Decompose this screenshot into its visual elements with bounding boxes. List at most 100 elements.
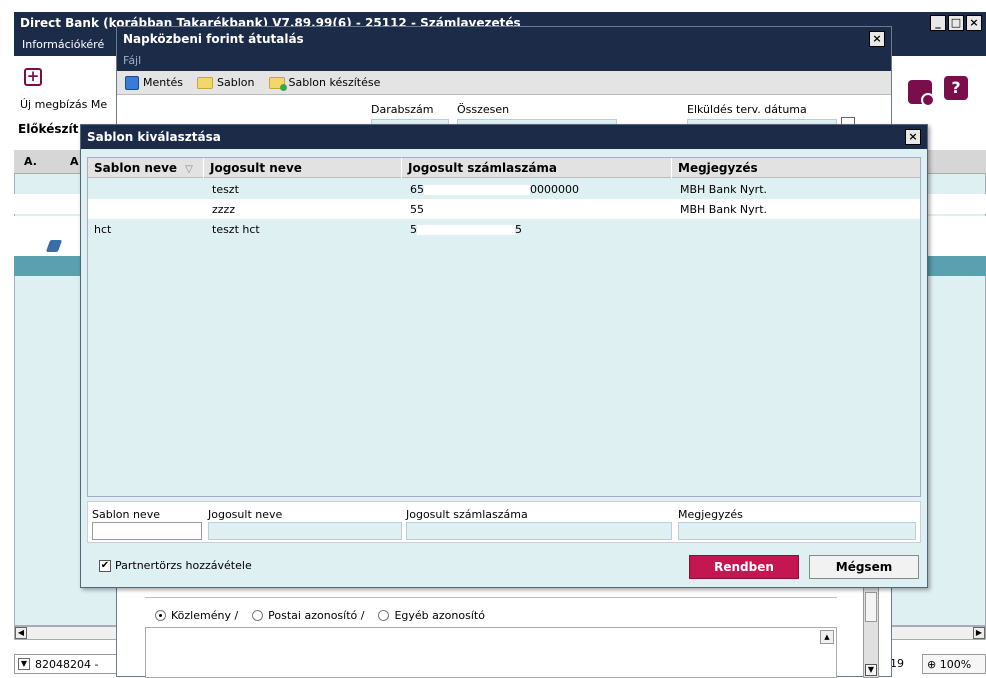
send-date-label: Elküldés terv. dátuma — [687, 103, 807, 116]
account-prefix: 5 — [410, 223, 417, 236]
filter-account-label: Jogosult számlaszáma — [406, 508, 528, 521]
transfer-dialog-close-button[interactable]: × — [869, 31, 885, 47]
grid-header-a2[interactable]: A — [70, 155, 79, 168]
column-beneficiary[interactable]: Jogosult neve — [204, 158, 402, 178]
column-account-label: Jogosult számlaszáma — [408, 161, 558, 175]
column-template-name[interactable]: Sablon neve ▽ — [88, 158, 204, 178]
help-icon[interactable]: ? — [944, 76, 968, 100]
cell-note: MBH Bank Nyrt. — [680, 203, 768, 216]
total-label: Összesen — [457, 103, 510, 116]
vertical-scrollbar[interactable]: ▼ — [863, 587, 879, 678]
template-label: Sablon — [217, 76, 255, 89]
ok-button[interactable]: Rendben — [689, 555, 799, 579]
account-value: 82048204 - — [35, 658, 99, 671]
filter-beneficiary-input[interactable] — [208, 522, 402, 540]
save-button[interactable]: Mentés — [125, 75, 184, 90]
save-icon — [125, 75, 139, 90]
radio-postal-dot[interactable] — [252, 610, 264, 621]
column-beneficiary-label: Jogosult neve — [210, 161, 302, 175]
account-select[interactable]: ▼ 82048204 - — [14, 654, 124, 674]
account-suffix: 0000000 — [530, 183, 579, 196]
chevron-down-icon[interactable]: ▼ — [18, 658, 30, 670]
new-order-label[interactable]: Új megbízás Me — [20, 98, 107, 111]
filter-beneficiary-label: Jogosult neve — [208, 508, 283, 521]
partner-checkbox-row[interactable]: ✔ Partnertörzs hozzávétele — [99, 559, 252, 572]
table-row[interactable]: zzzz 55 MBH Bank Nyrt. — [88, 199, 920, 219]
column-note-label: Megjegyzés — [678, 161, 758, 175]
filter-template-name-input[interactable] — [92, 522, 202, 540]
template-select-dialog: Sablon kiválasztása × Sablon neve ▽ Jogos… — [80, 124, 928, 588]
filter-template-name-label: Sablon neve — [92, 508, 160, 521]
scroll-left-icon[interactable]: ◀ — [15, 627, 27, 639]
status-number: 19 — [890, 657, 904, 670]
transfer-dialog-title-text: Napközbeni forint átutalás — [123, 32, 304, 46]
folder-icon — [197, 76, 214, 89]
template-dialog-title-text: Sablon kiválasztása — [87, 130, 221, 144]
filter-note-input[interactable] — [678, 522, 916, 540]
template-grid: Sablon neve ▽ Jogosult neve Jogosult szám… — [87, 157, 921, 497]
cell-beneficiary: teszt hct — [212, 223, 260, 236]
column-note[interactable]: Megjegyzés — [672, 158, 920, 178]
template-grid-header: Sablon neve ▽ Jogosult neve Jogosult szám… — [88, 158, 920, 178]
menu-item-file[interactable]: Fájl — [123, 54, 141, 67]
create-template-button[interactable]: Sablon készítése — [268, 76, 381, 91]
column-template-name-label: Sablon neve — [94, 161, 178, 175]
zoom-icon: ⊕ — [927, 658, 937, 671]
filter-panel: Sablon neve Jogosult neve Jogosult száml… — [87, 501, 921, 543]
filter-account-input[interactable] — [406, 522, 672, 540]
radio-other-id[interactable]: Egyéb azonosító — [378, 609, 485, 622]
cell-account: 55 — [410, 203, 530, 216]
radio-other-label: Egyéb azonosító — [394, 609, 485, 622]
rss-icon[interactable] — [908, 80, 935, 107]
count-label: Darabszám — [371, 103, 434, 116]
minimize-button[interactable]: _ — [930, 15, 946, 31]
maximize-button[interactable]: □ — [948, 15, 964, 31]
sort-icon[interactable]: ▽ — [185, 164, 193, 175]
transfer-toolbar: Mentés Sablon Sablon készítése — [117, 71, 891, 95]
column-account[interactable]: Jogosult számlaszáma — [402, 158, 672, 178]
transfer-dialog-title: Napközbeni forint átutalás × — [117, 27, 891, 51]
radio-postal-id[interactable]: Postai azonosító / — [252, 609, 364, 622]
memo-textarea[interactable]: ▲ — [145, 627, 837, 678]
cell-beneficiary: teszt — [212, 183, 239, 196]
close-button[interactable]: × — [966, 15, 982, 31]
account-redaction — [417, 225, 515, 235]
scrollbar-thumb[interactable] — [865, 592, 877, 622]
scroll-down-icon[interactable]: ▼ — [865, 664, 877, 676]
template-dialog-close-button[interactable]: × — [905, 129, 921, 145]
prepared-tab-label[interactable]: Előkészít — [18, 122, 78, 136]
zoom-control[interactable]: ⊕ 100% — [922, 654, 986, 674]
scroll-right-icon[interactable]: ▶ — [973, 627, 985, 639]
partner-checkbox[interactable]: ✔ — [99, 559, 111, 572]
menu-item-info[interactable]: Információkéré — [22, 38, 104, 51]
radio-other-dot[interactable] — [378, 610, 390, 621]
radio-statement-label: Közlemény / — [171, 609, 239, 622]
cell-account: 65 0000000 — [410, 183, 579, 196]
radio-postal-label: Postai azonosító / — [268, 609, 365, 622]
radio-statement-dot[interactable] — [155, 610, 166, 621]
save-label: Mentés — [143, 76, 184, 89]
table-row[interactable]: teszt 65 0000000 MBH Bank Nyrt. — [88, 179, 920, 199]
template-dialog-title: Sablon kiválasztása × — [81, 125, 927, 149]
grid-header-a[interactable]: A. — [24, 155, 37, 168]
folder-add-icon — [268, 76, 287, 91]
cancel-button[interactable]: Mégsem — [809, 555, 919, 579]
plus-icon[interactable]: + — [24, 68, 42, 86]
create-template-label: Sablon készítése — [288, 76, 381, 89]
cell-beneficiary: zzzz — [212, 203, 236, 216]
cell-note: MBH Bank Nyrt. — [680, 183, 768, 196]
account-suffix: 5 — [515, 223, 522, 236]
partner-checkbox-label: Partnertörzs hozzávétele — [115, 559, 252, 572]
filter-note-label: Megjegyzés — [678, 508, 743, 521]
transfer-menu-bar: Fájl — [117, 51, 891, 71]
cell-template-name: hct — [94, 223, 112, 236]
divider — [145, 597, 837, 598]
scroll-up-icon[interactable]: ▲ — [820, 630, 834, 644]
table-row[interactable]: hct teszt hct 5 5 — [88, 219, 920, 239]
account-redaction — [424, 185, 530, 195]
account-prefix: 55 — [410, 203, 424, 216]
template-button[interactable]: Sablon — [197, 76, 255, 89]
account-prefix: 65 — [410, 183, 424, 196]
radio-statement[interactable]: Közlemény / — [155, 609, 238, 622]
account-redaction — [424, 205, 530, 215]
